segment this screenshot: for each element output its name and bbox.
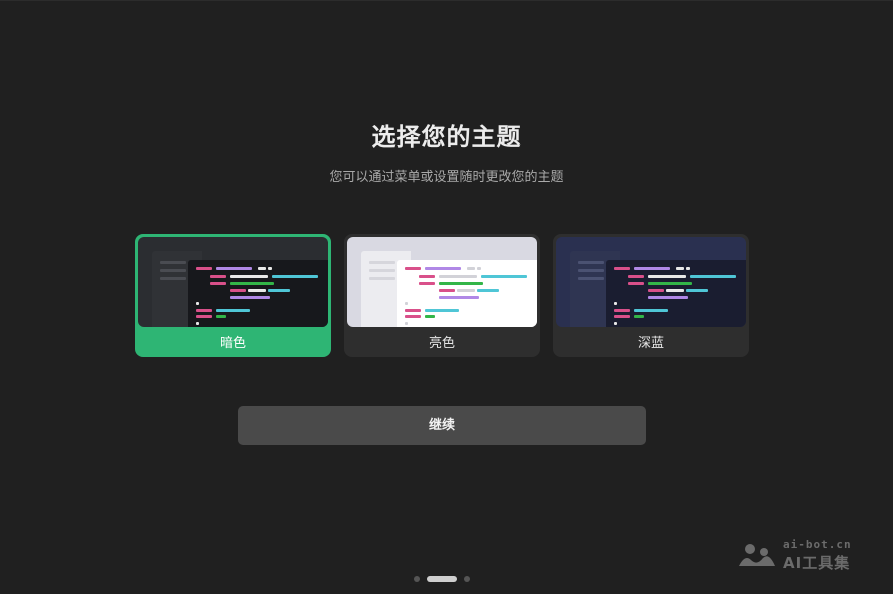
- code-line: [405, 322, 408, 325]
- code-line: [405, 302, 408, 305]
- code-line: [634, 267, 670, 270]
- code-line: [648, 282, 692, 285]
- page-title: 选择您的主题: [371, 123, 522, 151]
- code-line: [405, 315, 421, 318]
- code-line: [686, 267, 690, 270]
- code-line: [425, 267, 461, 270]
- code-line: [648, 289, 664, 292]
- code-line: [230, 275, 268, 278]
- code-line: [230, 289, 246, 292]
- code-line: [210, 282, 226, 285]
- page-dot-1[interactable]: [414, 576, 420, 582]
- code-line: [614, 302, 617, 305]
- code-line: [634, 309, 668, 312]
- code-line: [272, 275, 318, 278]
- code-line: [405, 309, 421, 312]
- code-line: [196, 267, 212, 270]
- code-line: [230, 282, 274, 285]
- code-line: [268, 267, 272, 270]
- page-dot-2[interactable]: [427, 576, 457, 582]
- code-line: [268, 289, 290, 292]
- theme-label-dark: 暗色: [219, 336, 246, 351]
- code-line: [216, 315, 226, 318]
- theme-card-light[interactable]: 亮色: [344, 234, 540, 357]
- theme-label-light: 亮色: [428, 336, 455, 351]
- code-line: [628, 275, 644, 278]
- code-line: [439, 296, 479, 299]
- code-line: [634, 315, 644, 318]
- watermark: ai-bot.cn AI工具集: [737, 538, 867, 572]
- code-line: [216, 267, 252, 270]
- code-line: [648, 296, 688, 299]
- code-line: [676, 267, 684, 270]
- code-line: [196, 322, 199, 325]
- page-dot-3[interactable]: [464, 576, 470, 582]
- code-line: [481, 275, 527, 278]
- code-line: [196, 302, 199, 305]
- code-line: [439, 282, 483, 285]
- theme-preview-dark: [138, 237, 328, 327]
- code-line: [216, 309, 250, 312]
- page-subtitle: 您可以通过菜单或设置随时更改您的主题: [329, 170, 564, 185]
- code-line: [196, 309, 212, 312]
- code-line: [405, 267, 421, 270]
- code-line: [686, 289, 708, 292]
- code-line: [628, 282, 644, 285]
- ai-bot-logo-icon: [739, 544, 775, 566]
- code-line: [419, 275, 435, 278]
- continue-button[interactable]: 继续: [238, 406, 646, 445]
- code-line: [248, 289, 266, 292]
- code-line: [457, 289, 475, 292]
- code-line: [477, 267, 481, 270]
- theme-label-deep-blue: 深蓝: [637, 336, 664, 351]
- code-line: [419, 282, 435, 285]
- code-line: [230, 296, 270, 299]
- code-line: [258, 267, 266, 270]
- code-line: [666, 289, 684, 292]
- code-line: [614, 322, 617, 325]
- onboarding-screen: 选择您的主题 您可以通过菜单或设置随时更改您的主题 暗色 亮色 深蓝 继续 ai…: [0, 0, 893, 594]
- theme-preview-deep-blue: [556, 237, 746, 327]
- watermark-domain: ai-bot.cn: [783, 538, 852, 551]
- code-line: [648, 275, 686, 278]
- code-line: [210, 275, 226, 278]
- code-line: [196, 315, 212, 318]
- watermark-brand: AI工具集: [783, 554, 851, 572]
- code-line: [614, 309, 630, 312]
- theme-preview-light: [347, 237, 537, 327]
- code-line: [439, 289, 455, 292]
- code-line: [614, 267, 630, 270]
- code-line: [690, 275, 736, 278]
- code-line: [467, 267, 475, 270]
- theme-card-dark[interactable]: 暗色: [135, 234, 331, 357]
- code-line: [614, 315, 630, 318]
- code-line: [477, 289, 499, 292]
- code-line: [439, 275, 477, 278]
- code-line: [425, 315, 435, 318]
- theme-card-deep-blue[interactable]: 深蓝: [553, 234, 749, 357]
- code-line: [425, 309, 459, 312]
- page-indicator: [0, 576, 893, 582]
